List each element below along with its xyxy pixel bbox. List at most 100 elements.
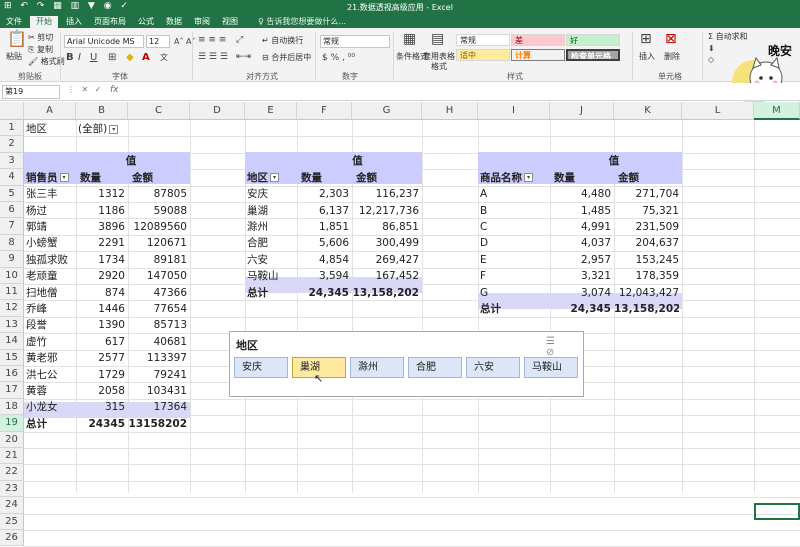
delete-cells-button[interactable]: 删除 [664, 52, 680, 62]
tab-data[interactable]: 数据 [162, 16, 186, 28]
slicer-item[interactable]: 马鞍山 [524, 357, 578, 378]
accounting-icon[interactable]: $ % ‚ ⁰⁰ [322, 53, 355, 63]
font-size-select[interactable]: 12 [146, 35, 170, 48]
column-header[interactable]: I [478, 102, 550, 120]
slicer-filter-icons[interactable]: ☰ ⊘ [546, 336, 583, 358]
conditional-format-icon[interactable]: ▦ [403, 32, 416, 46]
fill-color-icon[interactable]: ◆ [126, 53, 134, 63]
fx-icon[interactable]: fx [110, 85, 119, 95]
tab-page-layout[interactable]: 页面布局 [90, 16, 130, 28]
row-header[interactable]: 24 [0, 497, 24, 514]
dropdown-arrow-icon[interactable]: ▾ [109, 124, 119, 134]
row-header[interactable]: 2 [0, 136, 24, 153]
paste-button[interactable]: 粘贴 [6, 52, 22, 62]
slicer-item[interactable]: 六安 [466, 357, 520, 378]
row-header[interactable]: 13 [0, 316, 24, 334]
paste-icon[interactable]: 📋 [7, 31, 27, 47]
underline-icon[interactable]: U [90, 53, 97, 63]
dropdown-arrow-icon[interactable]: ▾ [59, 173, 69, 183]
merge-center-button[interactable]: ⊟ 合并后居中 [262, 53, 311, 63]
row-header[interactable]: 11 [0, 284, 24, 301]
style-good[interactable]: 好 [566, 34, 620, 46]
row-header[interactable]: 20 [0, 431, 24, 448]
column-header[interactable]: H [422, 102, 478, 120]
row-header[interactable]: 10 [0, 267, 24, 284]
row-header[interactable]: 15 [0, 349, 24, 366]
row-header[interactable]: 5 [0, 185, 24, 202]
indent-icon[interactable]: ⇤⇥ [236, 52, 251, 62]
row-header[interactable]: 14 [0, 333, 24, 350]
dropdown-arrow-icon[interactable]: ▾ [524, 173, 533, 183]
copy-button[interactable]: ⎘ 复制 [28, 45, 53, 55]
number-format-select[interactable]: 常规 [320, 35, 390, 48]
column-header[interactable]: C [128, 102, 190, 120]
style-calculation[interactable]: 计算 [511, 49, 565, 61]
column-header[interactable]: E [245, 102, 297, 120]
row-header[interactable]: 12 [0, 300, 24, 317]
column-header[interactable]: M [754, 102, 800, 120]
tab-view[interactable]: 视图 [218, 16, 242, 28]
pivot2-row-label-header[interactable]: 地区 ▾ [247, 170, 299, 186]
report-filter-dropdown[interactable]: (全部) ▾ [78, 121, 128, 137]
align-top-icon[interactable]: ≡ ≡ ≡ [198, 35, 226, 45]
column-header[interactable]: K [614, 102, 682, 120]
column-header[interactable]: G [352, 102, 422, 120]
tab-home[interactable]: 开始 [30, 16, 58, 28]
row-header[interactable]: 17 [0, 382, 24, 399]
tab-review[interactable]: 审阅 [190, 16, 214, 28]
fill-icon[interactable]: ⬇ [708, 44, 715, 54]
name-box[interactable]: 第19 [2, 85, 60, 99]
row-header[interactable]: 26 [0, 530, 24, 547]
border-icon[interactable]: ⊞ [108, 53, 116, 63]
dropdown-arrow-icon[interactable]: ▾ [270, 173, 279, 183]
row-header[interactable]: 16 [0, 366, 24, 383]
font-color-icon[interactable]: A [142, 53, 150, 63]
column-header[interactable]: L [682, 102, 754, 120]
column-header[interactable]: B [76, 102, 128, 120]
row-header[interactable]: 6 [0, 202, 24, 219]
slicer-item[interactable]: 合肥 [408, 357, 462, 378]
row-header[interactable]: 9 [0, 251, 24, 268]
pivot1-row-label-header[interactable]: 销售员 ▾ [26, 170, 78, 186]
row-header[interactable]: 18 [0, 398, 24, 416]
column-header[interactable]: F [297, 102, 352, 120]
row-header[interactable]: 19 [0, 415, 24, 432]
slicer-item[interactable]: 滁州 [350, 357, 404, 378]
row-header[interactable]: 3 [0, 152, 24, 170]
tab-formulas[interactable]: 公式 [134, 16, 158, 28]
column-header[interactable]: J [550, 102, 614, 120]
format-as-table-icon[interactable]: ▤ [431, 32, 444, 46]
font-name-select[interactable]: Arial Unicode MS [64, 35, 144, 48]
delete-cells-icon[interactable]: ⊠ [665, 32, 677, 46]
row-header[interactable]: 8 [0, 234, 24, 252]
row-header[interactable]: 23 [0, 480, 24, 498]
cut-button[interactable]: ✂ 剪切 [28, 33, 53, 43]
row-header[interactable]: 7 [0, 218, 24, 235]
insert-cells-button[interactable]: 插入 [639, 52, 655, 62]
pivot3-row-label-header[interactable]: 商品名称 ▾ [480, 170, 552, 186]
style-normal[interactable]: 常规 [456, 34, 510, 46]
bold-icon[interactable]: B [66, 53, 74, 63]
formula-controls[interactable]: ⋮ ✕ ✓ [67, 85, 104, 94]
row-header[interactable]: 21 [0, 448, 24, 465]
tab-insert[interactable]: 插入 [62, 16, 86, 28]
wrap-text-button[interactable]: ↵ 自动换行 [262, 36, 303, 46]
row-header[interactable]: 1 [0, 120, 24, 137]
column-header[interactable]: D [190, 102, 245, 120]
row-header[interactable]: 4 [0, 169, 24, 186]
tab-file[interactable]: 文件 [2, 16, 26, 28]
select-all-corner[interactable] [0, 102, 24, 120]
style-neutral[interactable]: 适中 [456, 49, 510, 61]
style-bad[interactable]: 差 [511, 34, 565, 46]
slicer-item[interactable]: 安庆 [234, 357, 288, 378]
clear-icon[interactable]: ◇ [708, 55, 714, 65]
phonetic-icon[interactable]: 文 [160, 53, 168, 63]
italic-icon[interactable]: I [78, 53, 81, 63]
column-header[interactable]: A [24, 102, 76, 120]
align-left-icon[interactable]: ☰ ☰ ☰ [198, 52, 228, 62]
active-cell-selection[interactable] [754, 503, 800, 520]
orientation-icon[interactable]: ⤢ [236, 35, 243, 45]
row-header[interactable]: 25 [0, 513, 24, 530]
row-header[interactable]: 22 [0, 464, 24, 481]
worksheet-grid[interactable]: ABCDEFGHIJKLM 1 2 3 4 5 6 7 8 9 10 11 12 13 14 15 16 17 1… [0, 102, 800, 547]
